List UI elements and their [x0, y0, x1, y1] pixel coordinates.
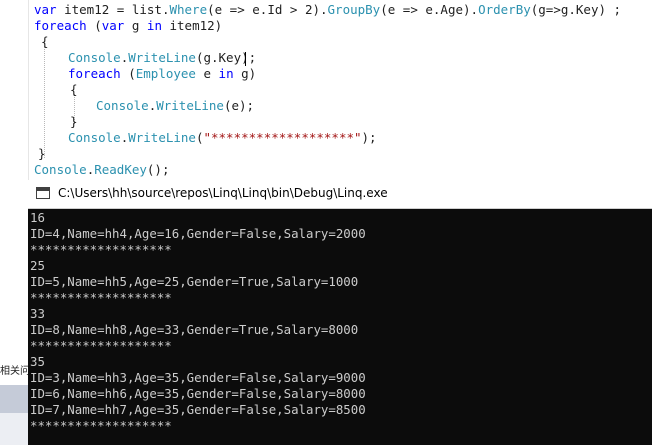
code-token: (g=>g.Key) ; — [530, 2, 622, 17]
code-token: ( — [128, 66, 136, 81]
code-token: g) — [241, 66, 257, 81]
code-line[interactable]: } — [70, 114, 78, 130]
code-line[interactable]: Console.WriteLine(e); — [96, 98, 254, 114]
code-token: g — [131, 18, 147, 33]
code-token: GroupBy — [327, 2, 381, 17]
side-panel-band — [0, 413, 28, 445]
code-token: in — [146, 18, 170, 33]
code-token: { — [41, 34, 49, 49]
code-token: (g.Key); — [195, 50, 257, 65]
output-line: ******************* — [30, 338, 172, 353]
output-line: ******************* — [30, 418, 172, 433]
output-line: ******************* — [30, 290, 172, 305]
code-token: } — [70, 114, 78, 129]
code-token: WriteLine — [156, 98, 224, 113]
side-panel-band — [0, 385, 28, 413]
code-token: Console — [96, 98, 149, 113]
code-token: (e); — [223, 98, 255, 113]
code-token: var — [101, 18, 132, 33]
editor-margin — [28, 0, 29, 180]
code-token: var — [34, 2, 65, 17]
code-token: Where — [169, 2, 208, 17]
text-cursor — [245, 52, 246, 66]
code-line[interactable]: Console.ReadKey(); — [34, 162, 169, 178]
code-token: Console — [68, 50, 121, 65]
code-token: Console — [68, 130, 121, 145]
code-token: item12) — [169, 18, 223, 33]
code-token: foreach — [34, 18, 95, 33]
code-line[interactable]: { — [70, 82, 78, 98]
output-line: ******************* — [30, 242, 172, 257]
output-line: 33 — [30, 306, 45, 321]
output-line: ID=3,Name=hh3,Age=35,Gender=False,Salary… — [30, 370, 366, 385]
code-line[interactable]: foreach (Employee e in g) — [68, 66, 256, 82]
code-token: ReadKey — [94, 162, 147, 177]
output-line: ID=8,Name=hh8,Age=33,Gender=True,Salary=… — [30, 322, 359, 337]
code-token: } — [38, 146, 46, 161]
code-token: e — [203, 66, 219, 81]
code-token: WriteLine — [128, 50, 196, 65]
code-editor[interactable]: var item12 = list.Where(e => e.Id > 2).G… — [0, 0, 652, 180]
code-line[interactable]: } — [38, 146, 46, 162]
code-line[interactable]: foreach (var g in item12) — [34, 18, 222, 34]
code-token: (e => e.Age). — [380, 2, 479, 17]
output-line: ID=7,Name=hh7,Age=35,Gender=False,Salary… — [30, 402, 366, 417]
code-line[interactable]: Console.WriteLine(g.Key); — [68, 50, 256, 66]
window-title: C:\Users\hh\source\repos\Linq\Linq\bin\D… — [58, 186, 388, 200]
code-token: Employee — [135, 66, 204, 81]
console-titlebar[interactable]: C:\Users\hh\source\repos\Linq\Linq\bin\D… — [28, 180, 652, 209]
code-token: (e => e.Id > 2). — [207, 2, 328, 17]
code-token: ( — [94, 18, 102, 33]
output-line: ID=6,Name=hh6,Age=35,Gender=False,Salary… — [30, 386, 366, 401]
code-line[interactable]: var item12 = list.Where(e => e.Id > 2).G… — [34, 2, 621, 18]
output-line: 16 — [30, 210, 45, 225]
code-token: { — [70, 82, 78, 97]
code-token: Console — [34, 162, 87, 177]
console-output: 16 ID=4,Name=hh4,Age=16,Gender=False,Sal… — [30, 210, 650, 434]
code-token: ); — [361, 130, 377, 145]
code-token: item12 = list. — [64, 2, 170, 17]
code-line[interactable]: Console.WriteLine("*******************")… — [68, 130, 377, 146]
code-token: "*******************" — [203, 130, 362, 145]
code-token: (); — [146, 162, 170, 177]
code-token: in — [218, 66, 242, 81]
code-token: WriteLine — [128, 130, 196, 145]
code-token: OrderBy — [478, 2, 531, 17]
code-token: foreach — [68, 66, 129, 81]
output-line: ID=4,Name=hh4,Age=16,Gender=False,Salary… — [30, 226, 366, 241]
output-line: ID=5,Name=hh5,Age=25,Gender=True,Salary=… — [30, 274, 359, 289]
output-line: 35 — [30, 354, 45, 369]
indent-guide — [44, 46, 45, 158]
console-app-icon — [36, 187, 50, 199]
console-window[interactable]: C:\Users\hh\source\repos\Linq\Linq\bin\D… — [28, 180, 652, 445]
code-line[interactable]: { — [41, 34, 49, 50]
output-line: 25 — [30, 258, 45, 273]
